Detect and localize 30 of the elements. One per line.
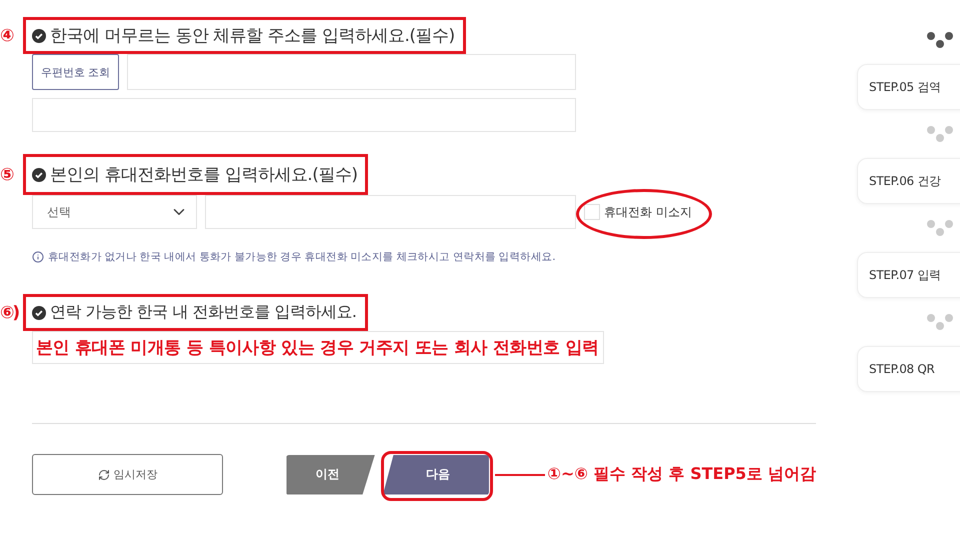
- info-icon: [32, 251, 44, 263]
- next-button[interactable]: 다음: [382, 454, 489, 494]
- refresh-icon: [98, 468, 110, 480]
- temp-save-button[interactable]: 임시저장: [32, 454, 224, 495]
- annotation-note: 본인 휴대폰 미개통 등 특이사항 있는 경우 거주지 또는 회사 전화번호 입력: [36, 337, 599, 359]
- check-circle-icon: [32, 168, 46, 182]
- phone-field[interactable]: 본인 휴대폰 미개통 등 특이사항 있는 경우 거주지 또는 회사 전화번호 입력: [32, 331, 604, 364]
- mobile-number-field[interactable]: [205, 195, 576, 229]
- checkbox-label: 휴대전화 미소지: [604, 204, 692, 220]
- postcode-search-button[interactable]: 우편번호 조회: [32, 54, 119, 90]
- step-number: ④: [0, 26, 14, 46]
- leader-line: [494, 474, 546, 476]
- step-number: ⑤: [0, 164, 14, 184]
- check-circle-icon: [32, 306, 46, 320]
- step-label: STEP.05 검역: [869, 78, 941, 96]
- country-code-select[interactable]: 선택: [32, 195, 197, 229]
- annotation-note: ①~⑥ 필수 작성 후 STEP5로 넘어감: [547, 464, 816, 485]
- no-mobile-checkbox[interactable]: [584, 204, 600, 220]
- step-label: STEP.07 입력: [869, 266, 941, 284]
- step-number: ⑥): [0, 302, 20, 322]
- info-text: 휴대전화가 없거나 한국 내에서 통화가 불가능한 경우 휴대전화 미소지를 체크하시고 연락처를 입력하세요.: [48, 250, 556, 264]
- section-title: 한국에 머무르는 동안 체류할 주소를 입력하세요.(필수): [50, 25, 455, 47]
- address-field[interactable]: [127, 54, 576, 90]
- section-title: 연락 가능한 한국 내 전화번호를 입력하세요.: [50, 302, 357, 323]
- previous-button[interactable]: 이전: [286, 454, 375, 494]
- check-circle-icon: [32, 28, 46, 42]
- step-label: STEP.08 QR: [869, 362, 935, 376]
- section-title: 본인의 휴대전화번호를 입력하세요.(필수): [50, 164, 358, 186]
- address-detail-field[interactable]: [32, 98, 576, 132]
- step-label: STEP.06 건강: [869, 172, 941, 190]
